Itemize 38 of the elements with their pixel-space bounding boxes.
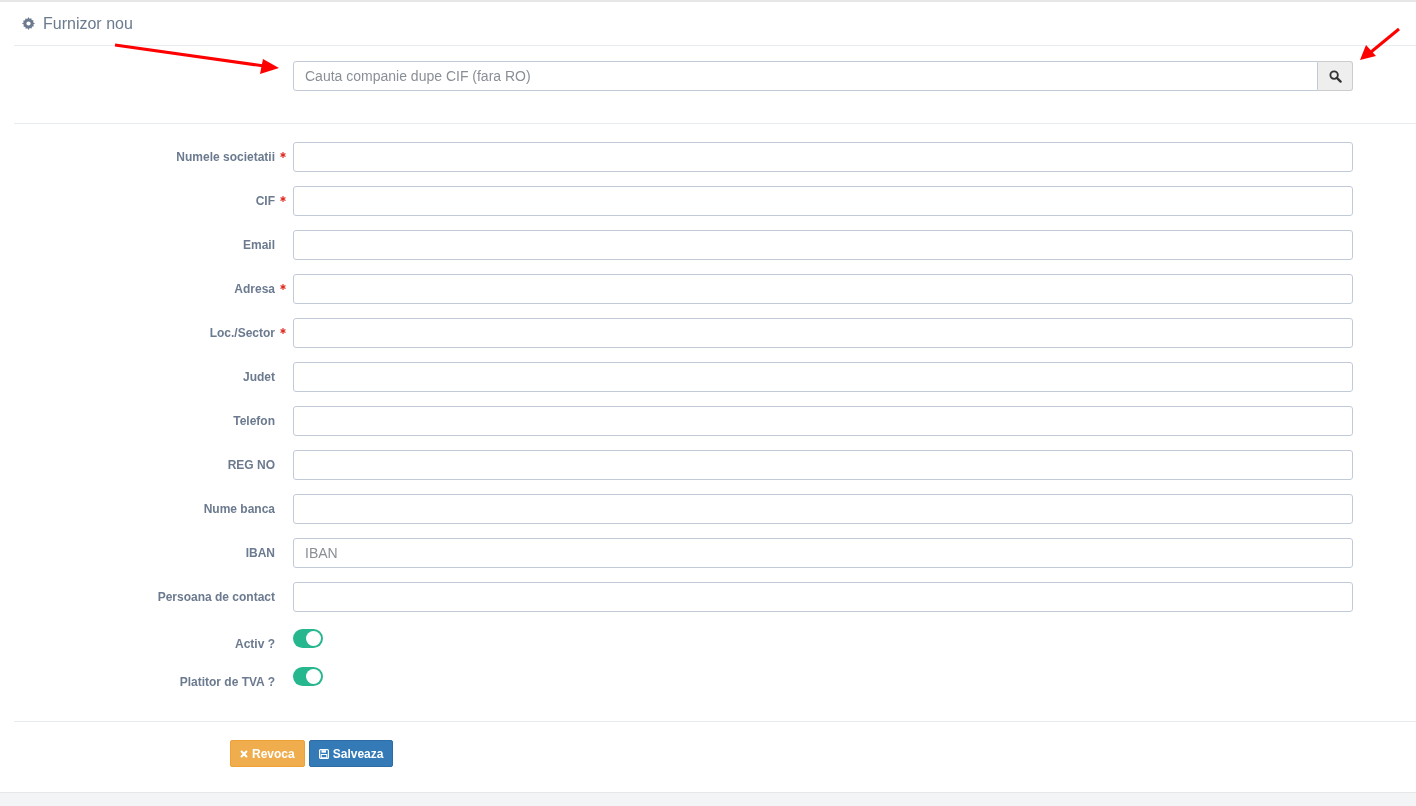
required-asterisk-icon xyxy=(280,284,286,290)
panel-title: Furnizor nou xyxy=(43,14,133,33)
text-field[interactable] xyxy=(293,362,1353,392)
text-field[interactable] xyxy=(293,494,1353,524)
toggle-switch[interactable] xyxy=(293,666,323,686)
field-label: Numele societatii xyxy=(176,150,275,164)
required-asterisk-icon xyxy=(280,152,286,158)
save-button[interactable]: Salveaza xyxy=(308,740,394,767)
text-field[interactable] xyxy=(293,274,1353,304)
field-label: Telefon xyxy=(233,414,275,428)
required-asterisk-icon xyxy=(280,328,286,334)
text-field[interactable] xyxy=(293,582,1353,612)
close-icon xyxy=(240,749,248,758)
gear-icon xyxy=(22,17,35,30)
annotation-arrow xyxy=(1360,27,1400,60)
text-field[interactable] xyxy=(293,318,1353,348)
text-field[interactable]: IBAN xyxy=(293,538,1353,568)
field-label: Loc./Sector xyxy=(209,326,275,340)
field-label: Adresa xyxy=(234,282,275,296)
toggle-switch[interactable] xyxy=(293,628,323,648)
text-field[interactable] xyxy=(293,186,1353,216)
field-label: REG NO xyxy=(227,458,275,472)
search-button[interactable] xyxy=(1318,61,1353,91)
search-field[interactable]: Cauta companie dupe CIF (fara RO) xyxy=(293,61,1318,91)
text-field[interactable] xyxy=(293,230,1353,260)
search-icon xyxy=(1328,69,1342,83)
field-label: Judet xyxy=(243,370,275,384)
text-field[interactable] xyxy=(293,142,1353,172)
field-label: IBAN xyxy=(245,546,275,560)
field-label: CIF xyxy=(255,194,275,208)
text-field[interactable] xyxy=(293,406,1353,436)
field-label: Activ ? xyxy=(235,637,275,651)
field-label: Nume banca xyxy=(203,502,275,516)
field-label: Email xyxy=(243,238,275,252)
required-asterisk-icon xyxy=(280,196,286,202)
text-field[interactable] xyxy=(293,450,1353,480)
field-label: Persoana de contact xyxy=(157,590,275,604)
field-label: Platitor de TVA ? xyxy=(179,675,275,689)
